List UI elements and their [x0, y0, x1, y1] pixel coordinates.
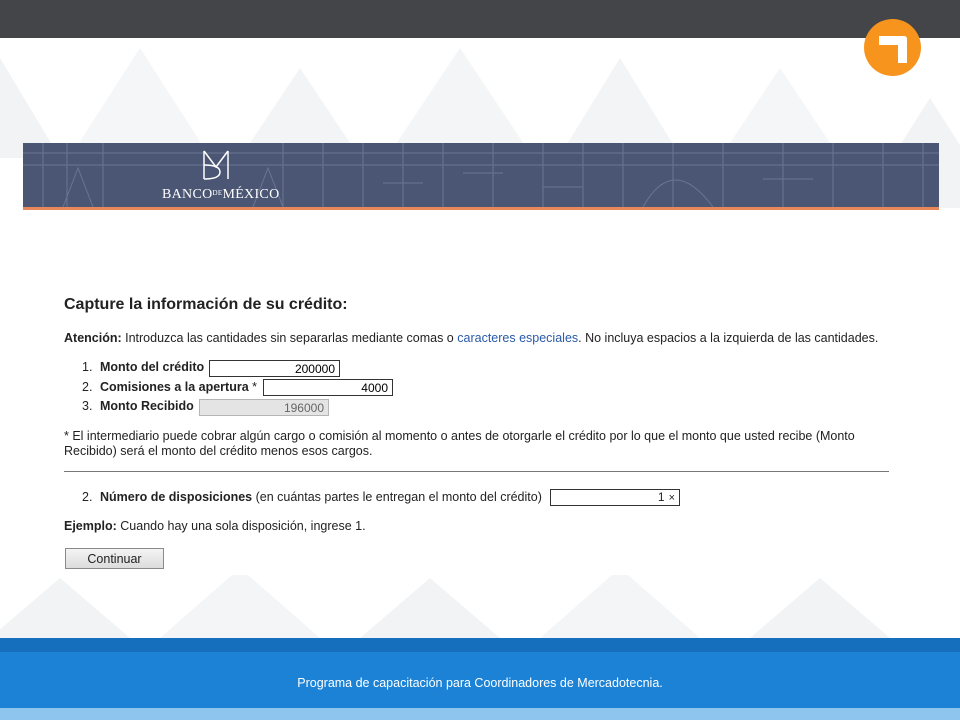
- disbursements-label: Número de disposiciones: [100, 490, 253, 504]
- amount-received-input: [199, 399, 329, 416]
- opening-fees-input[interactable]: [263, 379, 393, 396]
- example-label: Ejemplo:: [64, 519, 117, 533]
- example-note: Ejemplo: Cuando hay una sola disposición…: [64, 519, 366, 533]
- opening-fees-row: 2. Comisiones a la apertura *: [82, 380, 258, 394]
- footer-bottom-band: [0, 708, 960, 720]
- disbursements-value: 1: [657, 490, 665, 504]
- credit-amount-row: 1. Monto del crédito: [82, 360, 205, 374]
- continue-button[interactable]: Continuar: [65, 548, 164, 569]
- footer: Programa de capacitación para Coordinado…: [0, 638, 960, 720]
- attention-note: Atención: Introduzca las cantidades sin …: [64, 331, 879, 345]
- disbursements-input[interactable]: 1 ×: [550, 489, 680, 506]
- footer-top-band: [0, 638, 960, 652]
- clear-icon[interactable]: ×: [669, 492, 675, 504]
- brand-logo: [864, 19, 921, 76]
- credit-amount-input[interactable]: [209, 360, 340, 377]
- orange-circle-seven-icon: [879, 36, 907, 63]
- bank-name: BANCODEMÉXICO: [162, 187, 280, 202]
- disbursements-row: 2. Número de disposiciones (en cuántas pa…: [82, 490, 542, 504]
- amount-received-label: Monto Recibido: [100, 399, 194, 413]
- bank-banner: BANCODEMÉXICO: [23, 143, 939, 207]
- opening-fees-label: Comisiones a la apertura: [100, 380, 249, 394]
- disbursements-hint: (en cuántas partes le entregan el monto …: [252, 490, 542, 504]
- section-divider: [64, 471, 889, 472]
- top-bar: [0, 0, 960, 38]
- attention-label: Atención:: [64, 331, 122, 345]
- credit-amount-label: Monto del crédito: [100, 360, 205, 374]
- bank-monogram-icon: [203, 150, 229, 180]
- amount-received-row: 3. Monto Recibido: [82, 399, 194, 413]
- form-title: Capture la información de su crédito:: [64, 296, 348, 313]
- footer-text: Programa de capacitación para Coordinado…: [297, 676, 663, 690]
- special-characters-link[interactable]: caracteres especiales: [457, 331, 578, 345]
- bank-form-panel: BANCODEMÉXICO: [23, 143, 939, 575]
- banner-accent-line: [23, 207, 939, 210]
- banner-pattern: [23, 143, 939, 207]
- fee-footnote: * El intermediario puede cobrar algún ca…: [64, 429, 855, 458]
